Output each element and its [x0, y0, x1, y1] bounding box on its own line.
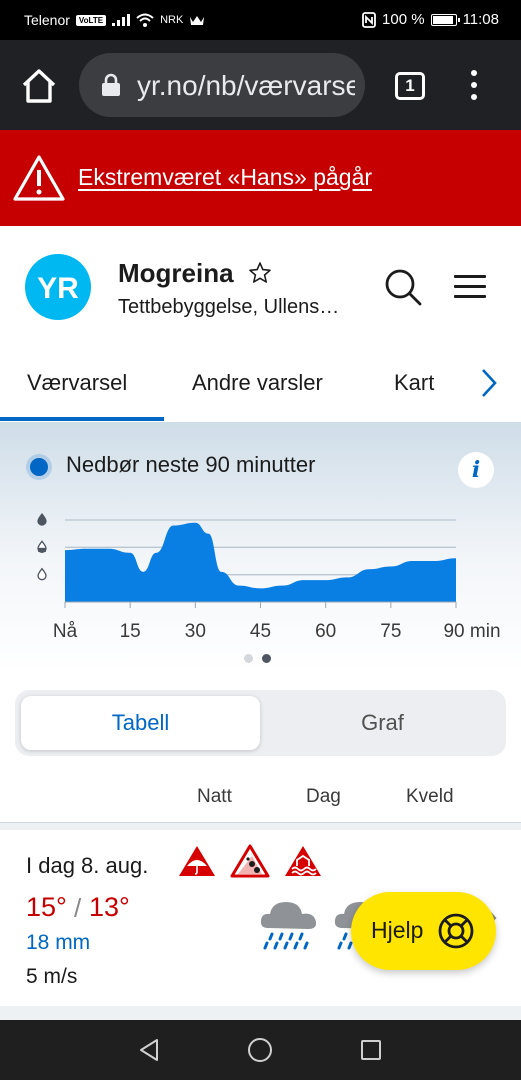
battery-percent: 100 % [382, 11, 425, 28]
drop-moderate-icon [37, 540, 47, 553]
flood-warning-icon[interactable] [283, 844, 323, 878]
temp-high: 15° [26, 892, 67, 922]
column-kveld: Kveld [406, 786, 454, 807]
x-tick-label: Nå [53, 621, 78, 642]
active-tab-indicator [0, 417, 164, 421]
nfc-icon [362, 11, 376, 28]
next-day-preview [0, 1006, 521, 1020]
svg-text:YR: YR [37, 272, 79, 305]
precipitation-nowcast: Nedbør neste 90 minutter i Nå 15 30 45 60 75 9… [0, 422, 521, 674]
battery-icon [430, 13, 460, 26]
toggle-tabell[interactable]: Tabell [21, 696, 260, 750]
tab-switcher-button[interactable]: 1 [395, 72, 425, 100]
day-title[interactable]: I dag 8. aug. [26, 853, 148, 879]
landslide-warning-icon[interactable] [230, 844, 270, 878]
tab-kart[interactable]: Kart [394, 370, 434, 396]
pager-dot[interactable] [262, 654, 271, 663]
drop-heavy-icon [37, 512, 47, 526]
chevron-right-icon[interactable] [478, 366, 500, 400]
heavy-rain-cloud-icon [260, 902, 317, 950]
url-text: yr.no/nb/værvarsel [137, 70, 355, 101]
drop-light-icon [37, 567, 47, 581]
yr-logo-mark: YR [37, 272, 79, 305]
clock: 11:08 [462, 11, 499, 28]
browser-menu-icon[interactable] [466, 70, 482, 102]
temp-low: 13° [89, 892, 130, 922]
info-icon[interactable]: i [458, 452, 494, 488]
x-tick-label: 45 [250, 621, 271, 642]
view-toggle: Tabell Graf [15, 690, 506, 756]
home-circle-icon[interactable] [248, 1038, 272, 1062]
x-tick-label: 30 [185, 621, 206, 642]
main-menu-icon[interactable] [454, 275, 486, 299]
carrier-label: Telenor [24, 12, 70, 28]
section-tabs: Værvarsel Andre varsler Kart [0, 360, 521, 422]
location-subtitle: Tettbebyggelse, Ullens… [118, 296, 340, 318]
x-tick-label: 60 [315, 621, 336, 642]
x-tick-label: 90 min [443, 621, 500, 642]
precipitation-area [65, 522, 456, 602]
x-tick-label: 75 [380, 621, 401, 642]
nrk-icon: NRK [160, 14, 184, 26]
extreme-weather-banner: Ekstremværet «Hans» pågår [0, 130, 521, 226]
wifi-icon [136, 13, 154, 27]
precipitation-amount: 18 mm [26, 931, 91, 954]
help-label: Hjelp [371, 917, 424, 943]
extreme-weather-link[interactable]: Ekstremværet «Hans» pågår [78, 164, 372, 191]
pager-dot[interactable] [244, 654, 253, 663]
system-navigation-bar [0, 1020, 521, 1080]
search-icon[interactable] [384, 268, 422, 306]
precipitation-chart: Nå 15 30 45 60 75 90 min [37, 512, 501, 642]
tab-andre-varsler[interactable]: Andre varsler [192, 370, 323, 396]
lock-icon [102, 73, 120, 96]
temp-separator: / [74, 893, 82, 923]
address-bar[interactable]: yr.no/nb/værvarsel [79, 53, 365, 117]
column-natt: Natt [197, 786, 232, 807]
section-gap [0, 823, 521, 830]
warning-triangle-icon [13, 155, 65, 201]
toggle-graf[interactable]: Graf [265, 696, 500, 750]
rain-warning-icon[interactable] [177, 844, 217, 878]
back-icon[interactable] [138, 1038, 160, 1062]
crown-icon [190, 16, 205, 25]
yr-logo[interactable]: YR [25, 254, 91, 320]
nowcast-title: Nedbør neste 90 minutter [66, 452, 316, 477]
signal-icon [112, 14, 131, 26]
help-button[interactable]: Hjelp [351, 892, 496, 970]
column-dag: Dag [306, 786, 341, 807]
volte-badge: VoLTE [75, 14, 107, 26]
favorite-star-icon[interactable] [248, 261, 272, 285]
tab-varvarsel[interactable]: Værvarsel [27, 370, 127, 396]
status-bar: Telenor VoLTE NRK 100 % 11:08 [0, 0, 521, 40]
x-tick-label: 15 [120, 621, 141, 642]
browser-toolbar: yr.no/nb/værvarsel 1 [0, 40, 521, 130]
wind-speed: 5 m/s [26, 965, 78, 988]
nowcast-marker [30, 458, 48, 476]
home-icon[interactable] [20, 68, 58, 104]
location-title: Mogreina [118, 258, 234, 288]
recent-apps-icon[interactable] [361, 1040, 381, 1060]
chart-pager[interactable] [244, 650, 280, 668]
lifebuoy-icon [438, 913, 474, 949]
